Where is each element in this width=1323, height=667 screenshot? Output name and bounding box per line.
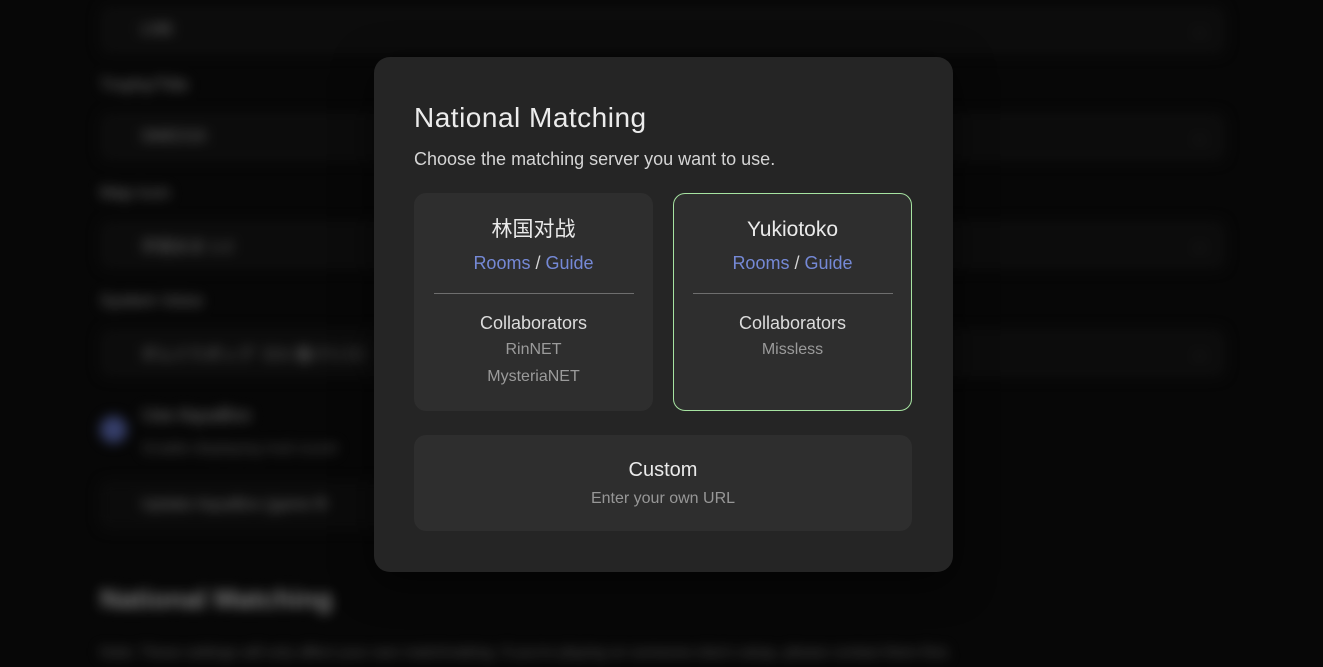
custom-server-card[interactable]: Custom Enter your own URL bbox=[414, 435, 912, 531]
modal-title: National Matching bbox=[414, 101, 913, 135]
rooms-link[interactable]: Rooms bbox=[732, 253, 789, 273]
screen: LNB ⌄ Trophy/Title SMEO16 ⌄ Map Icon 手毬ま… bbox=[0, 0, 1323, 667]
server-card-linguo[interactable]: 林国对战 Rooms / Guide Collaborators RinNET … bbox=[414, 193, 653, 411]
server-cards-row: 林国对战 Rooms / Guide Collaborators RinNET … bbox=[414, 193, 913, 411]
collaborator-name: Missless bbox=[762, 336, 823, 363]
guide-link[interactable]: Guide bbox=[546, 253, 594, 273]
national-matching-modal: National Matching Choose the matching se… bbox=[374, 57, 953, 572]
server-links: Rooms / Guide bbox=[732, 250, 852, 276]
collaborators-label: Collaborators bbox=[480, 310, 587, 336]
server-links: Rooms / Guide bbox=[473, 250, 593, 276]
divider bbox=[693, 293, 893, 294]
custom-card-subtitle: Enter your own URL bbox=[591, 487, 735, 511]
links-separator: / bbox=[535, 253, 540, 273]
guide-link[interactable]: Guide bbox=[805, 253, 853, 273]
server-card-yukiotoko[interactable]: Yukiotoko Rooms / Guide Collaborators Mi… bbox=[673, 193, 912, 411]
collaborator-name: MysteriaNET bbox=[487, 363, 579, 390]
server-name: 林国对战 bbox=[492, 216, 576, 244]
modal-subtitle: Choose the matching server you want to u… bbox=[414, 147, 913, 171]
server-name: Yukiotoko bbox=[747, 216, 838, 244]
collaborator-name: RinNET bbox=[505, 336, 561, 363]
rooms-link[interactable]: Rooms bbox=[473, 253, 530, 273]
links-separator: / bbox=[794, 253, 799, 273]
divider bbox=[434, 293, 634, 294]
collaborators-label: Collaborators bbox=[739, 310, 846, 336]
custom-card-title: Custom bbox=[629, 456, 698, 484]
